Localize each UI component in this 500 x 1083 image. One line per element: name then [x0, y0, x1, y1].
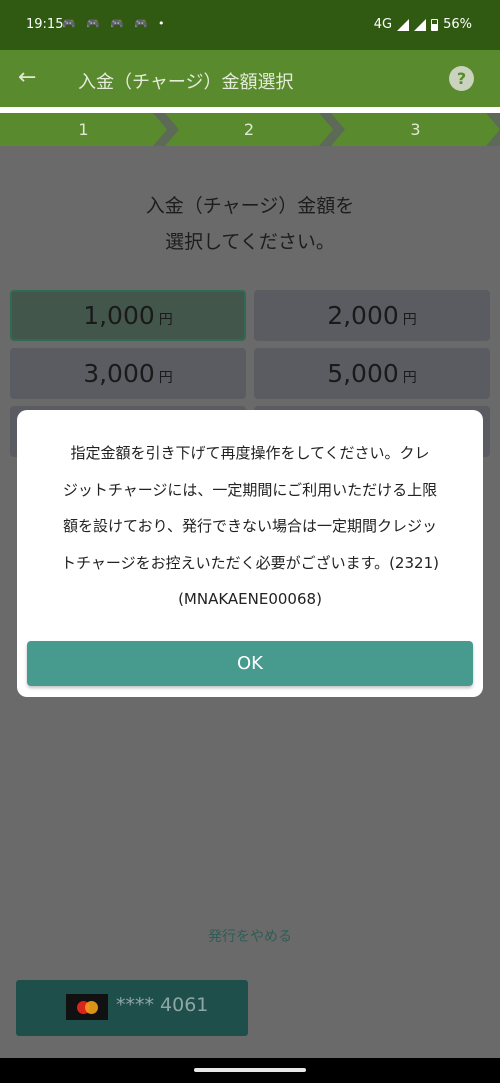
- amount-option-2000[interactable]: 2,000 円: [254, 290, 490, 341]
- dialog-line: ジットチャージには、一定期間にご利用いただける上限: [62, 480, 438, 499]
- ok-button[interactable]: OK: [27, 641, 473, 686]
- amount-option-5000[interactable]: 5,000 円: [254, 348, 490, 399]
- prompt-line-2: 選択してください。: [165, 231, 335, 253]
- battery-level: 56%: [443, 17, 472, 32]
- system-nav-bar: [0, 1058, 500, 1083]
- game-notification-icon: 🎮: [110, 17, 124, 30]
- battery-icon: [431, 18, 439, 31]
- amount-option-3000[interactable]: 3,000 円: [10, 348, 246, 399]
- cancel-issuance-link[interactable]: 発行をやめる: [0, 926, 500, 946]
- amount-unit: 円: [158, 370, 173, 386]
- amount-unit: 円: [402, 370, 417, 386]
- progress-stepper: 1 2 3: [0, 113, 500, 146]
- amount-value: 1,000: [83, 301, 155, 330]
- game-notification-icon: 🎮: [134, 17, 148, 30]
- mastercard-icon: [66, 994, 108, 1020]
- amount-unit: 円: [402, 312, 417, 328]
- dialog-line: 額を設けており、発行できない場合は一定期間クレジッ: [63, 517, 437, 535]
- dialog-line: 指定金額を引き下げて再度操作をしてください。クレ: [70, 444, 430, 462]
- step-3: 3: [331, 113, 500, 146]
- status-time: 19:15: [26, 17, 64, 32]
- signal-icon: [397, 18, 410, 31]
- amount-prompt: 入金（チャージ）金額を 選択してください。: [0, 188, 500, 260]
- signal-icon: [414, 18, 427, 31]
- error-dialog: 指定金額を引き下げて再度操作をしてください。クレ ジットチャージには、一定期間に…: [17, 410, 483, 697]
- help-icon[interactable]: ?: [449, 66, 474, 91]
- page-title: 入金（チャージ）金額選択: [78, 72, 294, 93]
- dialog-message: 指定金額を引き下げて再度操作をしてください。クレ ジットチャージには、一定期間に…: [39, 435, 461, 618]
- step-1: 1: [0, 113, 167, 146]
- more-notifications-dot: •: [158, 17, 165, 30]
- card-number: **** 4061: [116, 994, 209, 1016]
- dialog-line: トチャージをお控えいただく必要がございます。(2321): [61, 553, 439, 572]
- prompt-line-1: 入金（チャージ）金額を: [145, 195, 355, 217]
- home-gesture-handle[interactable]: [194, 1068, 306, 1072]
- status-bar: 19:15 🎮 🎮 🎮 🎮 • 4G 56%: [0, 0, 500, 50]
- payment-card-button[interactable]: **** 4061: [16, 980, 248, 1036]
- step-2: 2: [165, 113, 333, 146]
- back-arrow-icon[interactable]: ←: [18, 65, 36, 90]
- dialog-error-code: (MNAKAENE00068): [178, 590, 322, 608]
- amount-unit: 円: [158, 312, 173, 328]
- amount-option-1000[interactable]: 1,000 円: [10, 290, 246, 341]
- network-type: 4G: [373, 17, 393, 32]
- amount-value: 2,000: [327, 301, 399, 330]
- status-right: 4G 56%: [374, 17, 472, 32]
- amount-value: 3,000: [83, 359, 155, 388]
- amount-value: 5,000: [327, 359, 399, 388]
- game-notification-icon: 🎮: [86, 17, 100, 30]
- game-notification-icon: 🎮: [62, 17, 76, 30]
- app-bar: ← 入金（チャージ）金額選択 ?: [0, 50, 500, 107]
